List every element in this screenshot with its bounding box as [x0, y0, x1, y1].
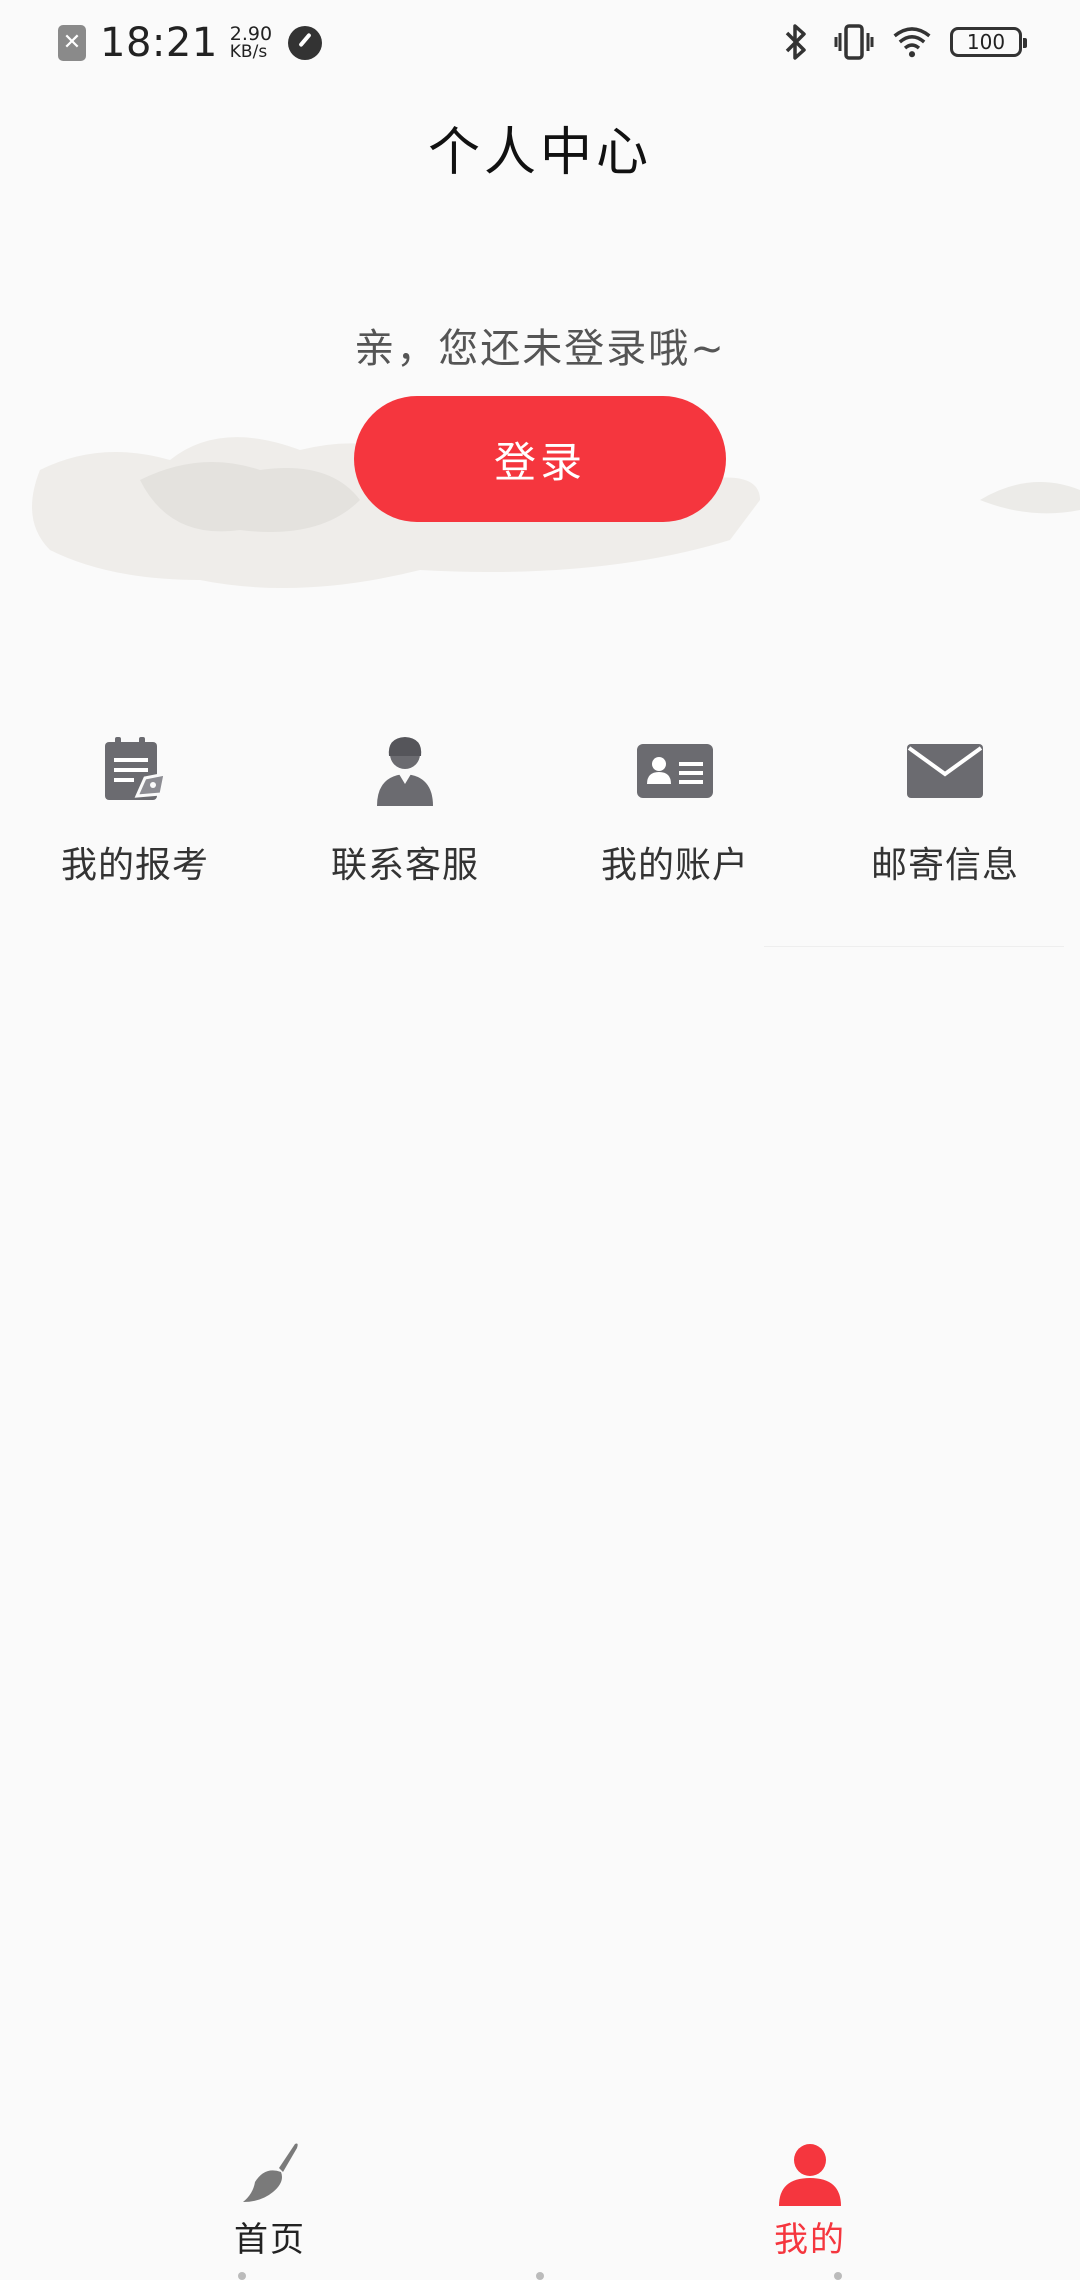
tab-home-label: 首页 [234, 2220, 306, 2260]
speedometer-icon [288, 26, 323, 60]
page-title: 个人中心 [427, 123, 652, 183]
customer-service-icon [365, 730, 445, 810]
network-speed-unit: KB/s [229, 42, 268, 62]
menu-label-exam-registration: 我的报考 [60, 845, 209, 886]
divider [764, 946, 1064, 947]
status-time: 18:21 [100, 20, 218, 66]
status-right: 100 [776, 22, 1027, 62]
tab-mine[interactable]: 我的 [710, 2130, 910, 2261]
network-speed: 2.90 KB/s [229, 23, 273, 62]
bottom-tab-bar: 首页 我的 [0, 2130, 1080, 2280]
brush-icon [243, 2143, 298, 2202]
login-hint: 亲，您还未登录哦~ [354, 326, 726, 372]
bluetooth-icon [776, 22, 816, 62]
screen: ✕ 18:21 2.90 KB/s 100 个人中心 亲，您还未登录哦~ 登录 … [0, 0, 1080, 2280]
menu-item-mailing-info[interactable]: 邮寄信息 [810, 730, 1080, 888]
menu-label-my-account: 我的账户 [600, 845, 749, 886]
wifi-icon [892, 22, 932, 62]
nav-dot [238, 2272, 246, 2280]
login-button[interactable]: 登录 [354, 396, 726, 522]
menu-item-customer-service[interactable]: 联系客服 [270, 730, 540, 888]
menu-item-exam-registration[interactable]: 我的报考 [0, 730, 270, 888]
menu-item-my-account[interactable]: 我的账户 [540, 730, 810, 888]
tab-mine-label: 我的 [774, 2220, 846, 2260]
person-icon [779, 2144, 841, 2206]
network-speed-value: 2.90 [229, 23, 273, 45]
account-card-icon [635, 730, 715, 810]
vibrate-icon [834, 22, 874, 62]
mail-envelope-icon [905, 730, 985, 810]
status-bar: ✕ 18:21 2.90 KB/s 100 [0, 0, 1080, 84]
function-menu: 我的报考 联系客服 我的账户 邮寄信息 [0, 730, 1080, 888]
tab-home[interactable]: 首页 [170, 2130, 370, 2261]
menu-label-customer-service: 联系客服 [330, 845, 479, 886]
nav-dot [536, 2272, 544, 2280]
notification-icon: ✕ [58, 25, 86, 61]
status-left: ✕ 18:21 2.90 KB/s [58, 20, 323, 66]
nav-dot [834, 2272, 842, 2280]
battery-indicator: 100 [950, 27, 1027, 57]
menu-label-mailing-info: 邮寄信息 [870, 845, 1019, 886]
exam-registration-icon [95, 730, 175, 810]
